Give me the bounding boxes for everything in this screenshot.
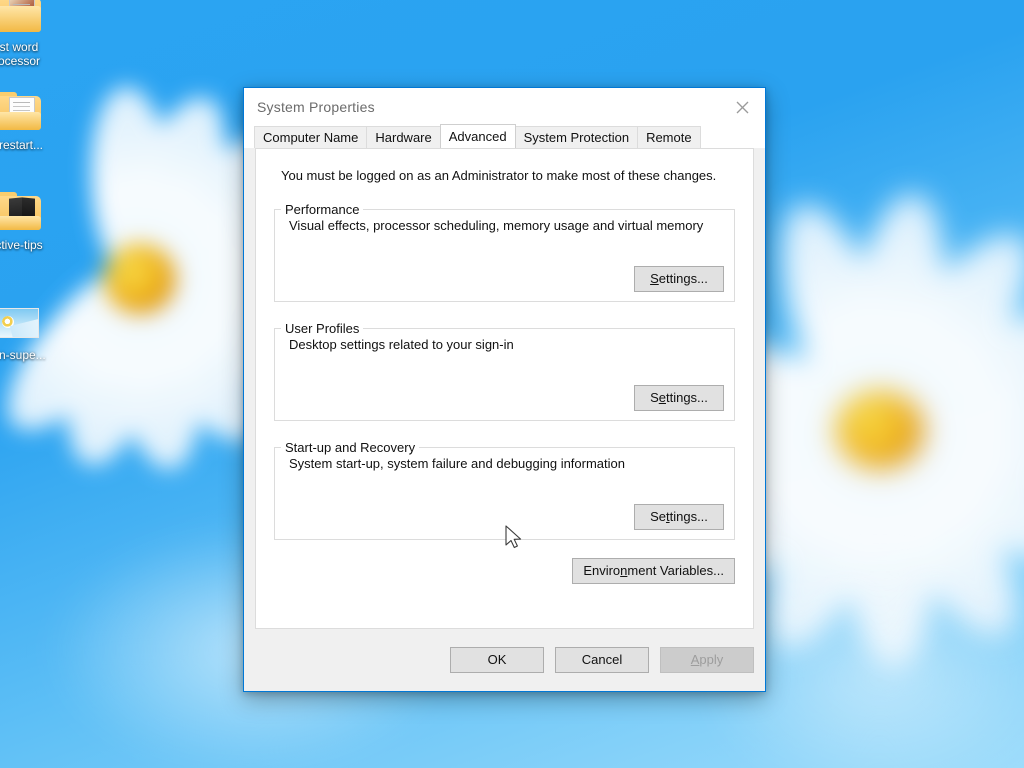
tab-advanced[interactable]: Advanced: [439, 124, 516, 148]
environment-variables-button[interactable]: Environment Variables...: [572, 558, 735, 584]
desktop-icon-screen-super[interactable]: en-supe...: [0, 302, 62, 362]
group-startup-recovery-description: System start-up, system failure and debu…: [289, 456, 626, 471]
desktop-icon-label: en-supe...: [0, 348, 46, 362]
tab-page-advanced: You must be logged on as an Administrato…: [255, 148, 754, 629]
group-user-profiles-legend: User Profiles: [285, 321, 360, 336]
group-performance: Performance Visual effects, processor sc…: [274, 202, 735, 302]
group-performance-button-row: Settings...: [634, 266, 724, 292]
apply-rest: pply: [699, 652, 724, 667]
group-user-profiles: User Profiles Desktop settings related t…: [274, 321, 735, 421]
tab-remote[interactable]: Remote: [637, 126, 701, 148]
group-user-profiles-button-row: Settings...: [634, 385, 724, 411]
performance-settings-button[interactable]: Settings...: [634, 266, 724, 292]
user-profiles-settings-pre: S: [650, 390, 659, 405]
group-performance-legend: Performance: [285, 202, 360, 217]
tab-strip: Computer Name Hardware Advanced System P…: [244, 124, 765, 148]
image-thumbnail-icon: [0, 302, 43, 344]
dialog-titlebar: System Properties: [244, 88, 765, 126]
desktop-icon-active-tips[interactable]: ctive-tips: [0, 192, 62, 252]
system-properties-dialog: System Properties Computer Name Hardware…: [243, 87, 766, 692]
ok-button[interactable]: OK: [450, 647, 544, 673]
desktop-icon-word-processor[interactable]: st word ocessor: [0, 0, 62, 68]
environment-variables-post: ment Variables...: [627, 563, 724, 578]
folder-with-document-icon: [0, 92, 43, 134]
tab-computer-name[interactable]: Computer Name: [254, 126, 368, 148]
dialog-title: System Properties: [257, 99, 375, 115]
performance-settings-accel: S: [650, 271, 659, 286]
desktop-icon-restart[interactable]: -restart...: [0, 92, 62, 152]
apply-button[interactable]: Apply: [660, 647, 754, 673]
tab-hardware[interactable]: Hardware: [366, 126, 441, 148]
group-startup-recovery-button-row: Settings...: [634, 504, 724, 530]
user-profiles-settings-post: ttings...: [665, 390, 708, 405]
folder-with-book-icon: [0, 0, 43, 36]
close-icon[interactable]: [719, 92, 765, 122]
user-profiles-settings-accel: e: [658, 390, 666, 405]
environment-variables-pre: Enviro: [583, 563, 621, 578]
desktop-icon-label: -restart...: [0, 138, 43, 152]
environment-variables-row: Environment Variables...: [572, 558, 735, 584]
administrator-notice: You must be logged on as an Administrato…: [281, 168, 717, 183]
dialog-footer: OK Cancel Apply: [244, 629, 765, 691]
desktop-icon-label: st word ocessor: [0, 40, 41, 68]
tab-system-protection[interactable]: System Protection: [514, 126, 639, 148]
user-profiles-settings-button[interactable]: Settings...: [634, 385, 724, 411]
startup-recovery-settings-post: tings...: [669, 509, 708, 524]
startup-recovery-settings-pre: Se: [650, 509, 666, 524]
mouse-cursor: [505, 525, 522, 549]
performance-settings-rest: ettings...: [658, 271, 708, 286]
cancel-button[interactable]: Cancel: [555, 647, 649, 673]
group-user-profiles-description: Desktop settings related to your sign-in: [289, 337, 514, 352]
desktop: st word ocessor -restart... ctive-tips e…: [0, 0, 1024, 768]
folder-with-open-book-icon: [0, 192, 43, 234]
group-performance-description: Visual effects, processor scheduling, me…: [289, 218, 704, 233]
startup-recovery-settings-button[interactable]: Settings...: [634, 504, 724, 530]
desktop-icon-label: ctive-tips: [0, 238, 43, 252]
group-startup-recovery-legend: Start-up and Recovery: [285, 440, 416, 455]
